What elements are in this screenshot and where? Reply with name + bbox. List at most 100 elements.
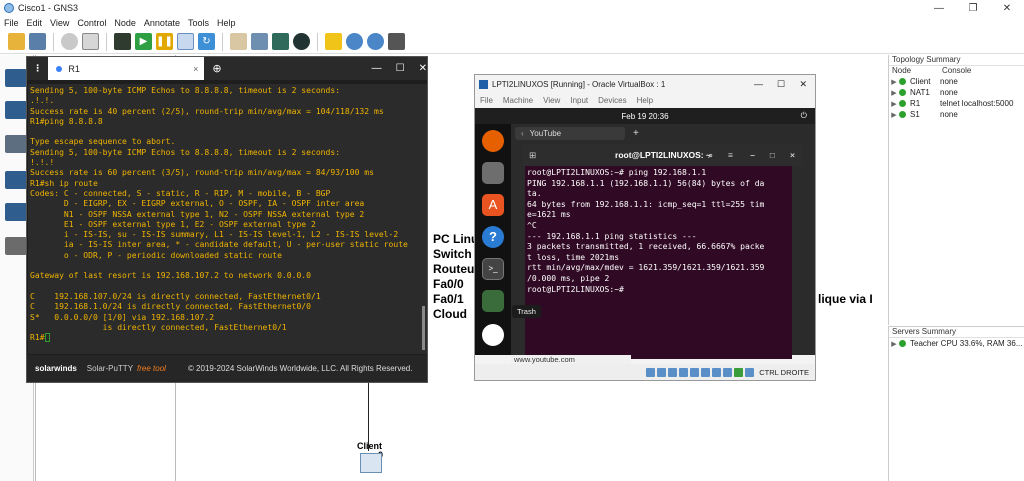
vbox-menu-file[interactable]: File <box>480 96 493 105</box>
insert-picture-icon[interactable] <box>251 33 268 50</box>
topology-row[interactable]: ▶ S1 none <box>889 109 1024 120</box>
new-tab-icon[interactable]: + <box>633 128 639 139</box>
expand-arrow-icon[interactable]: ▶ <box>889 340 899 348</box>
vbox-minimize-icon[interactable]: — <box>754 79 763 89</box>
expand-arrow-icon[interactable]: ▶ <box>889 78 899 86</box>
scrollbar-thumb[interactable] <box>422 306 425 350</box>
putty-terminal-output[interactable]: Sending 5, 100-byte ICMP Echos to 8.8.8.… <box>28 84 420 354</box>
expand-arrow-icon[interactable]: ▶ <box>889 111 899 119</box>
security-devices-icon[interactable] <box>5 171 27 189</box>
audio-icon[interactable] <box>668 367 678 377</box>
draw-rectangle-icon[interactable] <box>272 33 289 50</box>
shared-folders-icon[interactable] <box>701 367 711 377</box>
hdd-icon[interactable] <box>646 367 656 377</box>
terminal-app-icon[interactable]: >_ <box>482 258 504 280</box>
suspend-all-icon[interactable]: ❚❚ <box>156 33 173 50</box>
topology-row[interactable]: ▶ Client none <box>889 76 1024 87</box>
vbox-menu-input[interactable]: Input <box>570 96 588 105</box>
router-category-icon[interactable] <box>5 69 27 87</box>
note-line: Cloud <box>433 307 467 321</box>
software-center-icon[interactable]: A <box>482 194 504 216</box>
help-icon[interactable]: ? <box>482 226 504 248</box>
topology-row[interactable]: ▶ NAT1 none <box>889 87 1024 98</box>
terminal-close-icon[interactable]: × <box>790 150 795 160</box>
close-icon[interactable]: ✕ <box>990 0 1024 16</box>
snapshot-icon[interactable] <box>61 33 78 50</box>
display-icon[interactable] <box>712 367 722 377</box>
optical-drive-icon[interactable] <box>657 367 667 377</box>
show-interface-labels-icon[interactable] <box>82 33 99 50</box>
putty-session-tab[interactable]: R1 × <box>48 57 205 80</box>
screenshot-icon[interactable] <box>388 33 405 50</box>
putty-close-icon[interactable]: ✕ <box>419 63 427 74</box>
switch-category-icon[interactable] <box>5 101 27 119</box>
vbox-maximize-icon[interactable]: ☐ <box>777 79 785 90</box>
files-icon[interactable] <box>482 162 504 184</box>
vbox-menu-devices[interactable]: Devices <box>598 96 626 105</box>
terminal-maximize-icon[interactable]: □ <box>770 150 775 160</box>
terminal-search-icon[interactable]: ⌕ <box>708 150 713 161</box>
browser-tab-youtube[interactable]: ‹ YouTube <box>515 126 625 140</box>
client-pc-icon[interactable] <box>360 453 382 473</box>
menu-tools[interactable]: Tools <box>188 18 209 28</box>
recording-icon[interactable] <box>723 367 733 377</box>
menu-view[interactable]: View <box>50 18 69 28</box>
reload-all-icon[interactable]: ↻ <box>198 33 215 50</box>
expand-arrow-icon[interactable]: ▶ <box>889 100 899 108</box>
expand-arrow-icon[interactable]: ▶ <box>889 89 899 97</box>
mouse-integration-icon[interactable] <box>745 367 755 377</box>
menu-file[interactable]: File <box>4 18 19 28</box>
open-project-icon[interactable] <box>29 33 46 50</box>
trash-icon[interactable] <box>482 290 504 312</box>
vbox-menu-view[interactable]: View <box>543 96 560 105</box>
menu-control[interactable]: Control <box>77 18 106 28</box>
ubuntu-terminal-output[interactable]: root@LPTI2LINUXOS:~# ping 192.168.1.1 PI… <box>525 166 792 359</box>
terminal-scrollbar[interactable] <box>420 84 427 354</box>
menu-node[interactable]: Node <box>114 18 136 28</box>
stop-all-icon[interactable] <box>177 33 194 50</box>
minimize-icon[interactable]: — <box>922 0 956 16</box>
add-note-icon[interactable] <box>230 33 247 50</box>
ubuntu-clock[interactable]: Feb 19 20:36 <box>621 112 668 121</box>
putty-menu-icon[interactable]: ⋮ <box>27 63 48 74</box>
console-all-icon[interactable] <box>114 33 131 50</box>
toolbar-divider <box>317 32 318 51</box>
show-apps-icon[interactable] <box>482 324 504 346</box>
server-row[interactable]: ▶ Teacher CPU 33.6%, RAM 36... <box>889 338 1024 349</box>
lock-icon[interactable] <box>325 33 342 50</box>
usb-icon[interactable] <box>690 367 700 377</box>
vbox-menu-help[interactable]: Help <box>637 96 653 105</box>
all-devices-icon[interactable] <box>5 203 27 221</box>
terminal-menu-icon[interactable]: ≡ <box>728 150 733 160</box>
column-node: Node <box>892 66 912 75</box>
end-devices-icon[interactable] <box>5 135 27 153</box>
zoom-in-icon[interactable] <box>346 33 363 50</box>
solarwinds-logo: solarwinds <box>35 364 77 373</box>
new-project-icon[interactable] <box>8 33 25 50</box>
zoom-out-icon[interactable] <box>367 33 384 50</box>
draw-ellipse-icon[interactable] <box>293 33 310 50</box>
firefox-icon[interactable] <box>482 130 504 152</box>
menu-edit[interactable]: Edit <box>27 18 43 28</box>
cpu-icon[interactable] <box>734 367 744 377</box>
putty-minimize-icon[interactable]: — <box>372 63 382 74</box>
network-icon[interactable] <box>679 367 689 377</box>
maximize-icon[interactable]: ❐ <box>956 0 990 16</box>
vbox-menubar: File Machine View Input Devices Help <box>475 93 815 107</box>
terminal-minimize-icon[interactable]: – <box>750 150 755 160</box>
menu-help[interactable]: Help <box>217 18 236 28</box>
product-tag: free tool <box>137 364 166 373</box>
menu-annotate[interactable]: Annotate <box>144 18 180 28</box>
new-terminal-tab-icon[interactable]: ⊞ <box>529 150 536 161</box>
system-menu-icon[interactable]: ⏻ <box>801 111 807 121</box>
close-tab-icon[interactable]: × <box>193 64 198 74</box>
topology-summary-title: Topology Summary <box>889 55 1024 66</box>
new-session-icon[interactable]: ⊕ <box>212 62 221 75</box>
vbox-menu-machine[interactable]: Machine <box>503 96 533 105</box>
start-all-icon[interactable]: ▶ <box>135 33 152 50</box>
node-console: none <box>940 110 958 119</box>
putty-maximize-icon[interactable]: ☐ <box>396 63 405 74</box>
topology-row[interactable]: ▶ R1 telnet localhost:5000 <box>889 98 1024 109</box>
vbox-close-icon[interactable]: ✕ <box>799 79 807 90</box>
add-link-icon[interactable] <box>5 237 27 255</box>
